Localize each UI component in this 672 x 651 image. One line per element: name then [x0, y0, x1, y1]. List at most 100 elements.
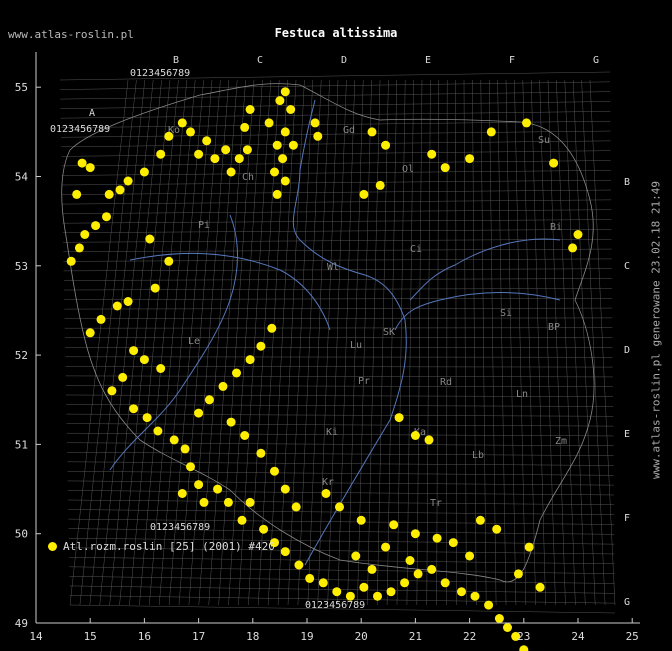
occurrence-point	[85, 328, 95, 338]
occurrence-point	[440, 163, 450, 173]
region-label: Tr	[430, 498, 442, 509]
grid-line	[505, 79, 517, 606]
occurrence-point	[373, 591, 382, 601]
square-letter: D	[624, 345, 630, 356]
legend-label: Atl.rozm.roslin [25] (2001) #420	[63, 540, 275, 553]
region-label: Ol	[402, 164, 414, 175]
square-letter: A	[89, 108, 95, 119]
occurrence-point	[164, 131, 174, 141]
grid-line	[64, 297, 613, 300]
grid-line	[446, 79, 448, 606]
occurrence-point	[104, 189, 114, 199]
occurrence-point	[486, 127, 496, 137]
occurrence-point	[272, 140, 282, 150]
grid-line	[547, 79, 566, 606]
grid-line	[61, 160, 611, 167]
occurrence-point	[413, 569, 423, 579]
occurrence-point	[280, 127, 290, 137]
grid-line	[60, 101, 611, 109]
occurrence-point	[321, 489, 331, 498]
grid-line	[327, 79, 347, 606]
occurrence-point	[275, 96, 285, 106]
occurrence-point	[568, 243, 578, 253]
occurrence-point	[484, 600, 494, 610]
grid-line	[61, 140, 611, 148]
occurrence-point	[280, 87, 290, 97]
occurrence-point	[335, 502, 344, 512]
grid-line	[65, 375, 613, 378]
occurrence-point	[177, 118, 187, 128]
legend-dot-icon	[48, 542, 57, 551]
occurrence-point	[522, 118, 531, 128]
occurrence-point	[112, 301, 122, 311]
occurrence-point	[80, 230, 90, 239]
occurrence-point	[210, 154, 220, 164]
occurrence-point	[410, 431, 420, 440]
occurrence-point	[270, 466, 279, 476]
occurrence-point	[267, 323, 277, 333]
occurrence-point	[107, 386, 117, 396]
square-letter: D	[341, 55, 347, 66]
x-tick-label: 24	[571, 630, 585, 643]
occurrence-point	[194, 408, 204, 418]
occurrence-point	[150, 283, 160, 293]
occurrence-point	[573, 230, 583, 239]
occurrence-point	[186, 462, 195, 472]
y-tick-label: 49	[15, 617, 28, 630]
occurrence-point	[221, 145, 231, 155]
x-tick-label: 19	[300, 630, 313, 643]
x-tick-label: 15	[84, 630, 97, 643]
region-label: Rd	[440, 377, 452, 388]
occurrence-point	[74, 243, 84, 253]
occurrence-point	[194, 149, 204, 159]
region-label: Lb	[472, 450, 484, 461]
region-label: Le	[188, 336, 200, 347]
region-label: Su	[538, 135, 550, 146]
square-digits: 0123456789	[50, 124, 110, 135]
grid-line	[69, 79, 129, 606]
x-tick-label: 17	[192, 630, 205, 643]
y-tick-label: 53	[15, 260, 28, 273]
grid-line	[480, 79, 487, 606]
occurrence-point	[400, 578, 410, 588]
grid-line	[63, 288, 613, 291]
grid-line	[60, 111, 611, 119]
x-tick-label: 16	[138, 630, 151, 643]
region-label: Kr	[322, 477, 334, 488]
occurrence-point	[234, 154, 244, 164]
region-label: Pr	[358, 376, 370, 387]
grid-line	[589, 79, 616, 606]
occurrence-point	[129, 404, 139, 414]
occurrence-point	[223, 497, 233, 507]
occurrence-point	[375, 180, 385, 190]
occurrence-point	[72, 189, 82, 199]
grid-line	[416, 79, 423, 606]
region-label: SK	[383, 327, 395, 338]
region-label: Pi	[198, 220, 210, 231]
square-letter: C	[257, 55, 263, 66]
grid-line	[67, 461, 614, 466]
grid-line	[522, 79, 536, 606]
occurrence-point	[291, 502, 301, 512]
occurrence-point	[524, 542, 534, 552]
occurrence-point	[492, 524, 502, 534]
occurrence-point	[115, 185, 125, 195]
atpol-grid	[59, 71, 616, 614]
square-letter: G	[593, 55, 599, 66]
occurrence-point	[475, 515, 485, 525]
grid-line	[61, 179, 612, 186]
occurrence-point	[270, 167, 279, 177]
occurrence-point	[264, 118, 274, 128]
occurrence-point	[123, 297, 133, 306]
square-digits: 0123456789	[150, 522, 210, 533]
occurrence-point	[294, 560, 304, 570]
occurrence-point	[465, 154, 475, 164]
occurrence-point	[394, 413, 404, 423]
occurrence-point	[213, 484, 223, 494]
region-labels: KoChOlCiSuBiPiWlGdKaLnRdLuKiLeKrTrPrZmLb…	[168, 125, 567, 509]
occurrence-point	[240, 122, 250, 132]
occurrence-point	[139, 355, 149, 365]
grid-line	[572, 79, 596, 606]
x-tick-label: 18	[246, 630, 259, 643]
occurrence-point	[237, 515, 247, 525]
